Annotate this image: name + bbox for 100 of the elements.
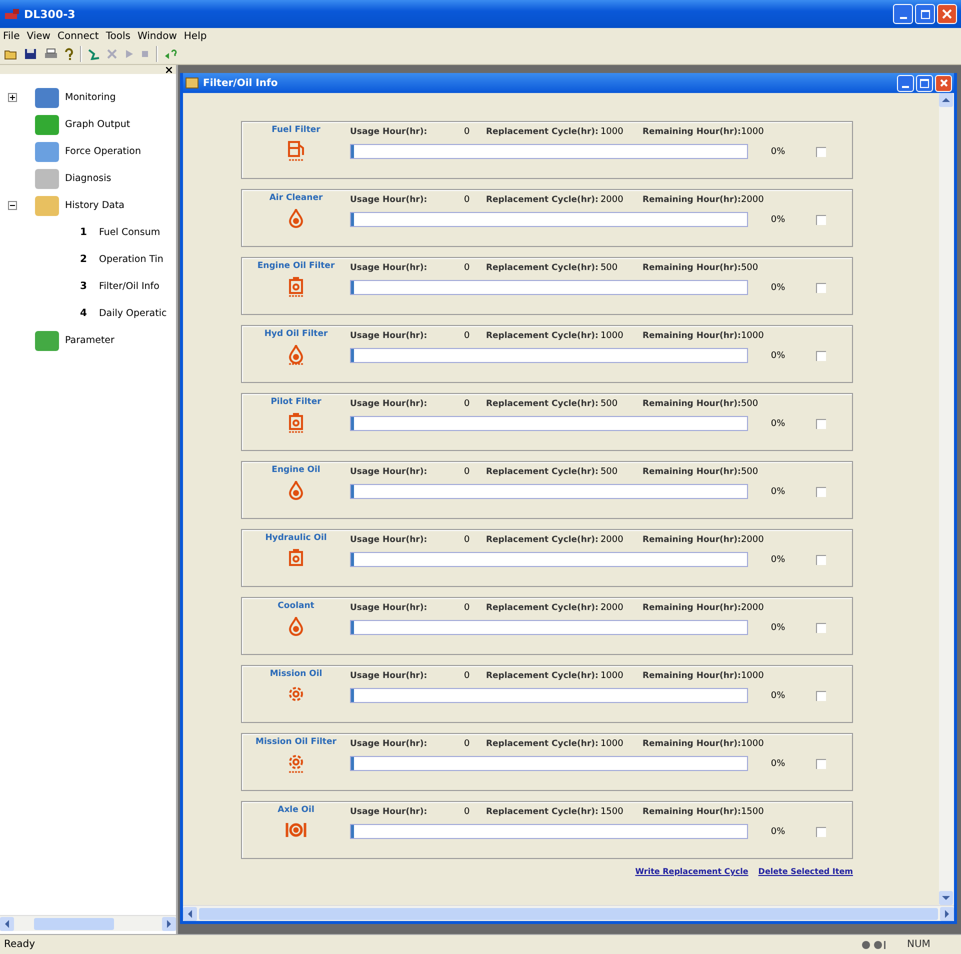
field-label: Replacement Cycle(hr): — [486, 195, 598, 205]
tree-item[interactable]: Parameter — [65, 335, 114, 346]
scroll-down-button[interactable] — [939, 891, 953, 905]
menu-item[interactable]: View — [26, 30, 50, 42]
scroll-up-button[interactable] — [939, 93, 953, 107]
checkbox[interactable] — [816, 418, 826, 428]
vertical-scrollbar[interactable] — [939, 93, 954, 905]
tree-item[interactable]: Graph Output — [65, 119, 130, 130]
usage-value: 0 — [464, 671, 471, 681]
cycle-value: 2000 — [599, 603, 624, 613]
tree-node-icon — [35, 142, 59, 162]
num-lock-indicator: NUM — [907, 939, 932, 950]
checkbox[interactable] — [816, 622, 826, 632]
action-link[interactable]: Delete Selected Item — [758, 867, 853, 876]
tree-item[interactable]: Fuel Consum — [98, 227, 160, 238]
checkbox[interactable] — [816, 350, 826, 360]
item-name: Mission Oil — [270, 669, 322, 679]
right-arrow-icon — [166, 920, 172, 928]
field-label: Remaining Hour(hr): — [642, 739, 741, 749]
menu-item[interactable]: File — [3, 30, 20, 42]
connection-status-icon — [861, 940, 887, 950]
remaining-value: 1000 — [740, 671, 764, 681]
item-name: Fuel Filter — [272, 125, 320, 135]
remaining-value: 1000 — [740, 331, 764, 341]
checkbox[interactable] — [816, 282, 826, 292]
scroll-left-button[interactable] — [183, 906, 197, 920]
field-label: Replacement Cycle(hr): — [486, 535, 598, 545]
tree-item[interactable]: Monitoring — [65, 92, 116, 103]
field-label: Replacement Cycle(hr): — [486, 671, 598, 681]
tree-item[interactable]: Force Operation — [65, 146, 141, 157]
scroll-right-button[interactable] — [162, 916, 176, 930]
tree-node-icon — [35, 88, 59, 108]
percent-value: 0% — [770, 622, 786, 632]
usage-value: 0 — [464, 331, 471, 341]
field-label: Remaining Hour(hr): — [642, 807, 741, 817]
pointer-help-icon[interactable] — [164, 48, 178, 60]
restore-button[interactable] — [916, 74, 933, 92]
close-button[interactable] — [166, 66, 172, 72]
menu-item[interactable]: Window — [137, 30, 177, 42]
left-arrow-icon — [187, 910, 193, 918]
field-label: Usage Hour(hr): — [350, 195, 428, 205]
checkbox[interactable] — [816, 486, 826, 496]
save-icon[interactable] — [24, 48, 38, 60]
tree-item[interactable]: Filter/Oil Info — [98, 281, 160, 292]
tree-node-icon — [35, 330, 59, 350]
checkbox[interactable] — [816, 826, 826, 836]
minimize-button[interactable] — [897, 74, 914, 92]
tree-item[interactable]: Diagnosis — [65, 173, 112, 184]
item-name: Air Cleaner — [269, 193, 323, 203]
scroll-left-button[interactable] — [0, 916, 14, 930]
tree-item[interactable]: History Data — [65, 200, 125, 211]
printer-icon[interactable] — [44, 48, 58, 60]
menu-item[interactable]: Connect — [57, 30, 99, 42]
field-label: Usage Hour(hr): — [350, 467, 428, 477]
field-label: Usage Hour(hr): — [350, 671, 428, 681]
percent-value: 0% — [770, 282, 786, 292]
maximize-button[interactable] — [915, 4, 935, 24]
cycle-value: 500 — [599, 467, 619, 477]
down-arrow-icon — [942, 895, 950, 901]
remaining-value: 1000 — [740, 739, 764, 749]
tree-item[interactable]: Operation Tin — [98, 254, 164, 265]
field-label: Remaining Hour(hr): — [642, 399, 741, 409]
checkbox[interactable] — [816, 758, 826, 768]
usage-value: 0 — [464, 127, 471, 137]
field-label: Replacement Cycle(hr): — [486, 399, 598, 409]
expand-toggle[interactable] — [8, 93, 17, 102]
cycle-value: 1000 — [599, 331, 624, 341]
field-label: Usage Hour(hr): — [350, 535, 428, 545]
help-icon[interactable] — [64, 48, 74, 60]
field-label: Replacement Cycle(hr): — [486, 807, 598, 817]
remaining-value: 1000 — [740, 127, 764, 137]
checkbox[interactable] — [816, 690, 826, 700]
scroll-right-button[interactable] — [940, 906, 954, 920]
tree-node-icon — [35, 196, 59, 216]
usage-value: 0 — [464, 467, 471, 477]
minimize-button[interactable] — [893, 4, 913, 24]
checkbox[interactable] — [816, 554, 826, 564]
checkbox[interactable] — [816, 214, 826, 224]
checkbox[interactable] — [816, 146, 826, 156]
horizontal-scrollbar[interactable] — [0, 915, 176, 931]
item-name: Coolant — [278, 601, 314, 611]
percent-value: 0% — [770, 214, 786, 224]
percent-value: 0% — [770, 690, 786, 700]
menu-item[interactable]: Tools — [106, 30, 130, 42]
menu-item[interactable]: Help — [184, 30, 207, 42]
tree-item[interactable]: Daily Operatic — [98, 308, 167, 319]
expand-toggle[interactable] — [8, 201, 17, 210]
usage-value: 0 — [464, 195, 471, 205]
close-icon — [941, 8, 953, 20]
field-label: Replacement Cycle(hr): — [486, 603, 598, 613]
field-label: Remaining Hour(hr): — [642, 195, 741, 205]
item-number: 3 — [80, 281, 87, 292]
item-number: 4 — [80, 308, 87, 319]
usage-value: 0 — [464, 263, 471, 273]
folder-icon[interactable] — [4, 48, 18, 60]
field-label: Replacement Cycle(hr): — [486, 467, 598, 477]
field-label: Remaining Hour(hr): — [642, 671, 741, 681]
action-link[interactable]: Write Replacement Cycle — [635, 867, 748, 876]
horizontal-scrollbar[interactable] — [183, 905, 954, 921]
field-label: Remaining Hour(hr): — [642, 127, 741, 137]
